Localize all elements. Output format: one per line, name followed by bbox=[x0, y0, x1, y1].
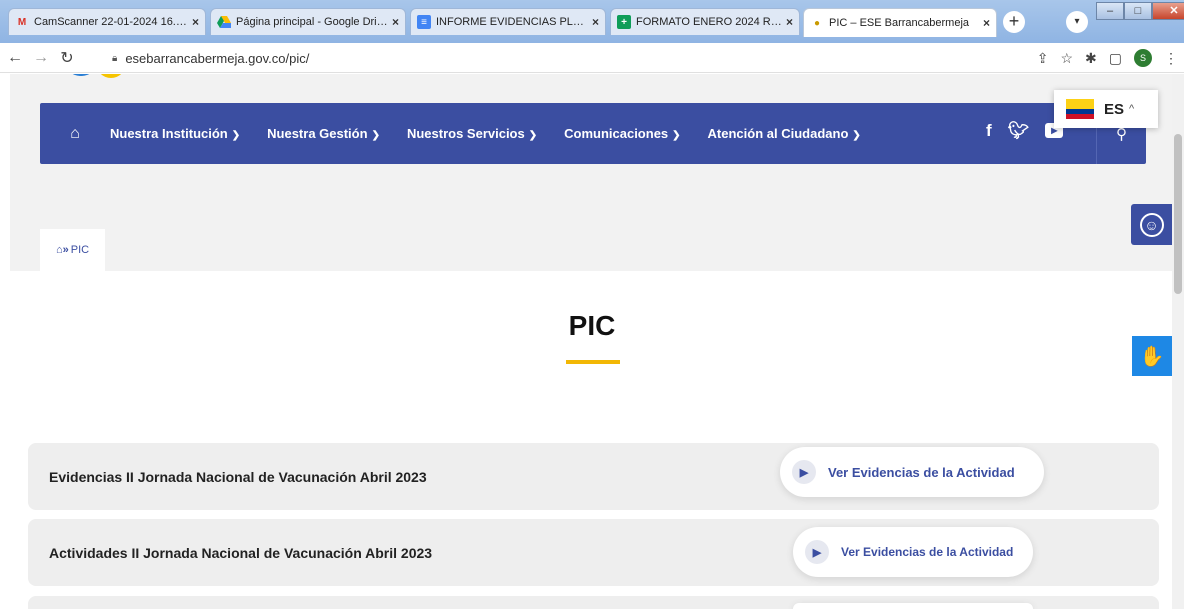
chevron-down-icon: ❯ bbox=[672, 130, 681, 141]
main-navigation: ⌂ Nuestra Institución ❯ Nuestra Gestión ❯ … bbox=[40, 103, 1146, 164]
button-label: Ver Evidencias de la Actividad bbox=[828, 464, 1015, 480]
nav-item-nuestra-institucion[interactable]: Nuestra Institución ❯ bbox=[110, 126, 240, 141]
browser-tab[interactable]: + FORMATO ENERO 2024 REGISTRO × bbox=[610, 8, 800, 35]
nav-item-atencion-al-ciudadano[interactable]: Atención al Ciudadano ❯ bbox=[708, 126, 861, 141]
minimize-button[interactable]: – bbox=[1096, 2, 1124, 20]
profile-avatar[interactable]: S bbox=[1134, 49, 1152, 67]
browser-tab[interactable]: ≡ INFORME EVIDENCIAS PLAN DE × bbox=[410, 8, 606, 35]
nav-label: Nuestra Institución bbox=[110, 126, 228, 141]
play-icon: ▶ bbox=[792, 460, 816, 484]
close-tab-icon[interactable]: × bbox=[192, 15, 199, 29]
nav-label: Comunicaciones bbox=[564, 126, 669, 141]
browser-tab[interactable]: Página principal - Google Drive × bbox=[210, 8, 406, 35]
facebook-icon[interactable]: f bbox=[986, 121, 992, 141]
site-icon: ● bbox=[813, 17, 821, 29]
view-evidence-button[interactable]: ▶ Ver Evidencias de la Actividad bbox=[780, 447, 1044, 497]
reload-icon[interactable]: ↻ bbox=[56, 48, 78, 68]
button-label: Ver Evidencias de la Actividad bbox=[841, 545, 1014, 559]
breadcrumb: ⌂ » PIC bbox=[40, 229, 106, 271]
close-tab-icon[interactable]: × bbox=[592, 15, 599, 29]
nav-label: Nuestra Gestión bbox=[267, 126, 368, 141]
site-logo[interactable] bbox=[66, 74, 156, 78]
more-menu-icon[interactable]: ⋮ bbox=[1164, 50, 1178, 67]
drive-icon bbox=[217, 15, 231, 29]
close-tab-icon[interactable]: × bbox=[786, 15, 793, 29]
nav-label: Atención al Ciudadano bbox=[707, 126, 849, 141]
nav-item-comunicaciones[interactable]: Comunicaciones ❯ bbox=[564, 126, 680, 141]
breadcrumb-current: PIC bbox=[70, 244, 90, 256]
title-underline bbox=[566, 360, 620, 364]
url-text: esebarrancabermeja.gov.co/pic/ bbox=[125, 50, 310, 66]
extensions-icon[interactable]: ✱ bbox=[1085, 50, 1097, 67]
browser-tab-active[interactable]: ● PIC – ESE Barrancabermeja × bbox=[803, 8, 997, 37]
bookmark-star-icon[interactable]: ☆ bbox=[1060, 50, 1073, 67]
view-evidence-button[interactable]: ▶ Ver Evidencias de la Actividad bbox=[793, 527, 1033, 577]
tab-search-button[interactable]: ▾ bbox=[1066, 11, 1088, 33]
sheets-icon: + bbox=[617, 15, 631, 29]
accessibility-icon: ☺ bbox=[1139, 212, 1164, 237]
back-arrow-icon[interactable]: ← bbox=[4, 49, 26, 67]
close-tab-icon[interactable]: × bbox=[983, 16, 990, 30]
language-selector[interactable]: ES ^ bbox=[1054, 90, 1158, 128]
close-tab-icon[interactable]: × bbox=[392, 15, 399, 29]
nav-label: Nuestros Servicios bbox=[406, 126, 525, 141]
share-icon[interactable]: ⇪ bbox=[1037, 50, 1049, 67]
chevron-down-icon: ❯ bbox=[231, 130, 241, 141]
browser-tab[interactable]: M CamScanner 22-01-2024 16.24 × bbox=[8, 8, 206, 35]
address-bar[interactable]: 🔒︎ esebarrancabermeja.gov.co/pic/ bbox=[102, 46, 1002, 70]
row-title: Actividades II Jornada Nacional de Vacun… bbox=[49, 544, 433, 561]
play-icon: ▶ bbox=[805, 540, 829, 564]
home-icon[interactable]: ⌂ bbox=[40, 125, 110, 143]
twitter-icon[interactable]: 🐦︎ bbox=[1008, 121, 1030, 141]
row-title: Evidencias II Jornada Nacional de Vacuna… bbox=[49, 468, 427, 485]
breadcrumb-separator: » bbox=[62, 244, 69, 256]
colombia-flag-icon bbox=[1066, 99, 1094, 119]
chevron-down-icon: ❯ bbox=[371, 130, 380, 141]
view-evidence-button[interactable] bbox=[793, 603, 1033, 609]
nav-item-nuestra-gestion[interactable]: Nuestra Gestión ❯ bbox=[267, 126, 380, 141]
chevron-up-icon: ^ bbox=[1129, 103, 1135, 115]
social-links: f 🐦︎ ▶ bbox=[986, 121, 1064, 141]
toolbar-actions: ⇪ ☆ ✱ ▢ S ⋮ bbox=[1037, 49, 1178, 67]
breadcrumb-bar bbox=[10, 229, 1172, 271]
language-code: ES bbox=[1104, 100, 1125, 118]
side-panel-icon[interactable]: ▢ bbox=[1109, 50, 1122, 67]
sign-language-button[interactable]: ✋ bbox=[1132, 336, 1172, 376]
chevron-down-icon: ❯ bbox=[528, 130, 538, 141]
page-title: PIC bbox=[568, 310, 616, 341]
home-icon[interactable]: ⌂ bbox=[56, 244, 63, 256]
window-controls: – □ ✕ bbox=[1096, 2, 1184, 20]
maximize-button[interactable]: □ bbox=[1124, 2, 1152, 20]
docs-icon: ≡ bbox=[417, 15, 431, 29]
chevron-down-icon: ❯ bbox=[852, 130, 861, 141]
gmail-icon: M bbox=[17, 16, 27, 28]
accessibility-button[interactable]: ☺ bbox=[1131, 204, 1172, 245]
lock-icon: 🔒︎ bbox=[112, 52, 118, 64]
scrollbar-thumb[interactable] bbox=[1174, 134, 1182, 294]
nav-item-nuestros-servicios[interactable]: Nuestros Servicios ❯ bbox=[407, 126, 537, 141]
new-tab-button[interactable]: + bbox=[1003, 11, 1025, 33]
browser-tab-strip: M CamScanner 22-01-2024 16.24 × Página p… bbox=[0, 0, 1184, 43]
browser-toolbar: ← → ↻ 🔒︎ esebarrancabermeja.gov.co/pic/ … bbox=[0, 43, 1184, 73]
forward-arrow-icon[interactable]: → bbox=[30, 49, 52, 67]
sign-language-icon: ✋ bbox=[1139, 345, 1165, 368]
close-window-button[interactable]: ✕ bbox=[1152, 2, 1184, 20]
